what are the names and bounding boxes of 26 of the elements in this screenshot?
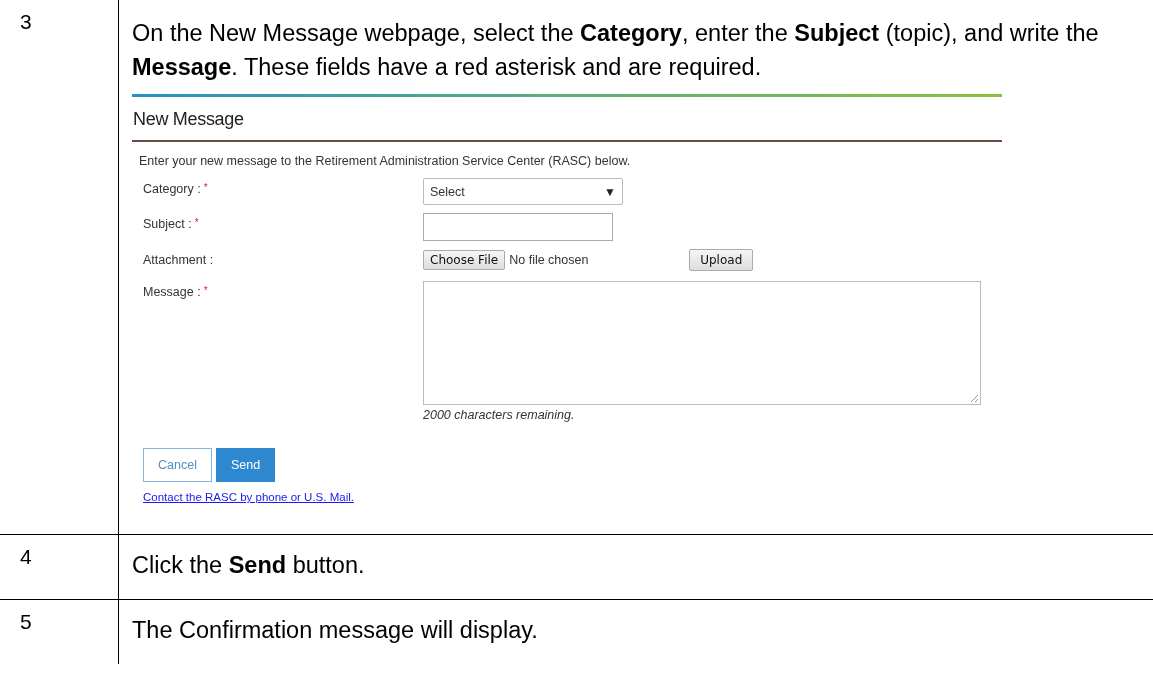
resize-grip-icon[interactable] [970, 394, 979, 403]
contact-link[interactable]: Contact the RASC by phone or U.S. Mail. [143, 491, 354, 503]
characters-remaining: 2000 characters remaining. [423, 407, 576, 422]
intro-text: Enter your new message to the Retirement Administration Service Center (RASC) below. [138, 153, 632, 170]
step-number: 4 [20, 545, 32, 568]
category-select[interactable]: Select ▼ [423, 178, 623, 205]
step-number: 3 [20, 10, 32, 33]
field-label: Attachment : [143, 253, 214, 267]
upload-button[interactable]: Upload [689, 249, 754, 271]
file-status: No file chosen [509, 253, 590, 267]
required-asterisk: * [203, 285, 208, 296]
field-label: Category : [143, 182, 201, 196]
choose-file-button[interactable]: Choose File [423, 250, 506, 270]
field-label: Subject : [143, 217, 192, 231]
step-number: 5 [20, 610, 32, 633]
required-asterisk: * [194, 217, 199, 228]
form-title: New Message [132, 108, 245, 131]
field-label: Message : [143, 285, 201, 299]
message-field[interactable] [423, 281, 981, 405]
step-text: Click the Send button. [132, 551, 366, 580]
step-text: On the New Message webpage, select the Category, enter the Subject (topic), and write the Message. These fields have a red asterisk and are required. [132, 19, 1100, 82]
required-asterisk: * [203, 182, 208, 193]
step-text: The Confirmation message will display. [132, 616, 539, 645]
cancel-button[interactable]: Cancel [143, 448, 212, 482]
send-button[interactable]: Send [215, 448, 276, 482]
subject-field[interactable] [423, 213, 613, 241]
